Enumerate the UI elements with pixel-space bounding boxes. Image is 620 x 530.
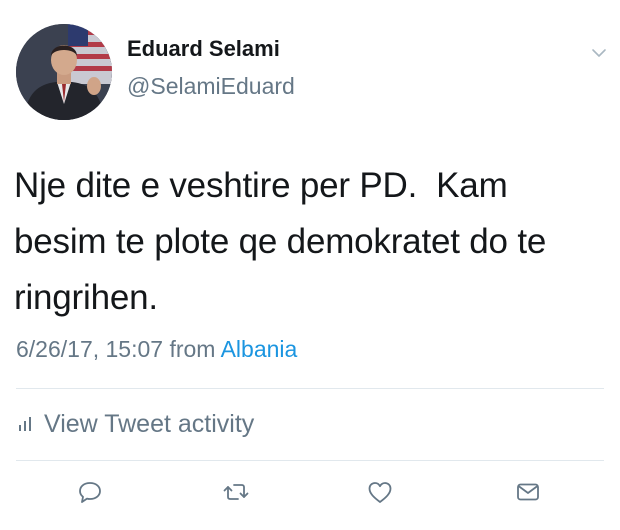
avatar[interactable] <box>16 24 112 120</box>
author-name[interactable]: Eduard Selami <box>127 36 280 62</box>
tweet-text-line: Nje dite e veshtire per PD. Kam <box>14 166 508 205</box>
divider <box>16 460 604 461</box>
like-icon[interactable] <box>366 478 394 506</box>
chevron-down-icon[interactable] <box>588 42 610 64</box>
tweet-text-line: ringrihen. <box>14 278 158 317</box>
reply-icon[interactable] <box>76 478 104 506</box>
author-handle[interactable]: @SelamiEduard <box>127 73 295 100</box>
tweet-card: Eduard Selami @SelamiEduard Nje dite e v… <box>0 0 620 530</box>
retweet-icon[interactable] <box>222 478 250 506</box>
avatar-photo <box>16 24 112 120</box>
direct-message-icon[interactable] <box>514 478 542 506</box>
divider <box>16 388 604 389</box>
tweet-text: Nje dite e veshtire per PD. Kam besim te… <box>14 158 610 326</box>
tweet-timestamp[interactable]: 6/26/17, 15:07 <box>16 336 163 362</box>
view-tweet-activity-link[interactable]: View Tweet activity <box>18 406 254 442</box>
tweet-location-link[interactable]: Albania <box>221 336 298 362</box>
tweet-text-line: besim te plote qe demokratet do te <box>14 222 547 261</box>
view-tweet-activity-label: View Tweet activity <box>44 409 255 438</box>
tweet-meta: 6/26/17, 15:07 from Albania <box>16 336 297 363</box>
from-label: from <box>169 336 216 362</box>
bar-chart-icon <box>18 416 34 432</box>
